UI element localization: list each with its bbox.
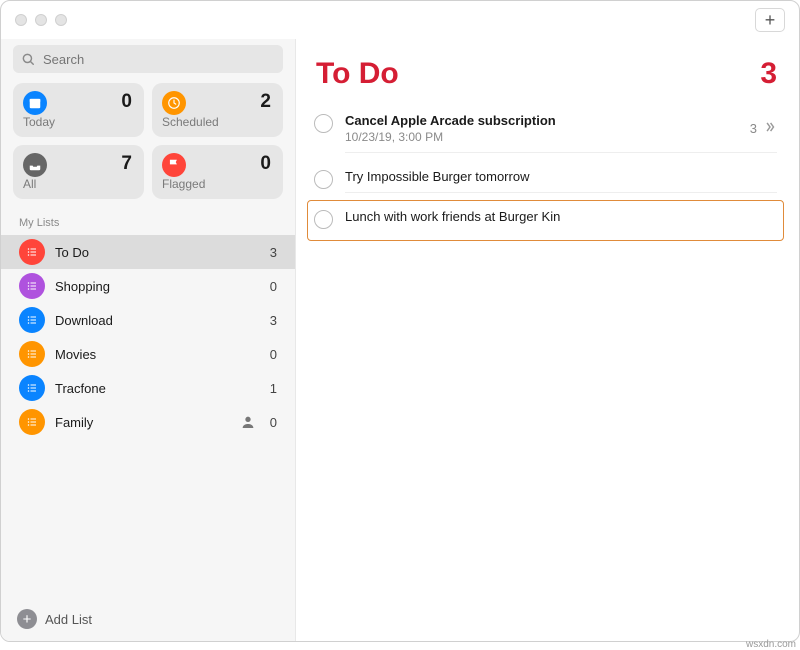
list-name: Family [55, 415, 230, 430]
main-panel: To Do 3 Cancel Apple Arcade subscription… [296, 39, 799, 641]
plus-circle-icon: + [17, 609, 37, 629]
add-reminder-button[interactable]: + [755, 8, 785, 32]
reminder-title: Cancel Apple Arcade subscription [345, 113, 750, 128]
smart-count: 0 [121, 91, 132, 113]
list-icon [19, 307, 45, 333]
shared-icon [240, 414, 256, 430]
list-count: 3 [270, 245, 277, 260]
tray-icon [23, 153, 47, 177]
list-icon [19, 273, 45, 299]
add-list-label: Add List [45, 612, 92, 627]
list-icon [19, 375, 45, 401]
chevron-right-icon[interactable] [763, 120, 777, 137]
list-icon [19, 341, 45, 367]
list-icon [19, 239, 45, 265]
list-name: Movies [55, 347, 260, 362]
list-name: To Do [55, 245, 260, 260]
add-list-button[interactable]: + Add List [1, 597, 295, 641]
app-window: + 0 Today 2 Scheduled 7 All 0 Flagged [0, 0, 800, 642]
smart-list-scheduled[interactable]: 2 Scheduled [152, 83, 283, 137]
reminder-row[interactable]: Lunch with work friends at Burger Kin [308, 201, 783, 240]
traffic-lights [15, 14, 67, 26]
sidebar-list-item[interactable]: Download 3 [1, 303, 295, 337]
minimize-window-button[interactable] [35, 14, 47, 26]
complete-toggle[interactable] [314, 210, 333, 229]
complete-toggle[interactable] [314, 114, 333, 133]
subtask-count: 3 [750, 121, 757, 136]
reminder-row[interactable]: Try Impossible Burger tomorrow [310, 161, 781, 201]
list-name: Download [55, 313, 260, 328]
smart-label: Flagged [162, 177, 271, 191]
list-count: 3 [270, 313, 277, 328]
smart-label: All [23, 177, 132, 191]
sidebar-list-item[interactable]: Tracfone 1 [1, 371, 295, 405]
flag-icon [162, 153, 186, 177]
close-window-button[interactable] [15, 14, 27, 26]
search-container [1, 45, 295, 83]
search-input[interactable] [13, 45, 283, 73]
smart-count: 7 [121, 153, 132, 175]
reminder-subtitle: 10/23/19, 3:00 PM [345, 130, 750, 144]
smart-label: Scheduled [162, 115, 271, 129]
smart-count: 0 [260, 153, 271, 175]
list-title: To Do [316, 57, 399, 91]
list-name: Shopping [55, 279, 260, 294]
calendar-icon [23, 91, 47, 115]
smart-count: 2 [260, 91, 271, 113]
my-lists-label: My Lists [1, 213, 295, 235]
list-count: 0 [270, 415, 277, 430]
list-icon [19, 409, 45, 435]
sidebar-list-item[interactable]: Movies 0 [1, 337, 295, 371]
list-count: 1 [270, 381, 277, 396]
sidebar: 0 Today 2 Scheduled 7 All 0 Flagged My L… [1, 39, 296, 641]
smart-list-flagged[interactable]: 0 Flagged [152, 145, 283, 199]
smart-list-all[interactable]: 7 All [13, 145, 144, 199]
list-count: 0 [270, 279, 277, 294]
window-body: 0 Today 2 Scheduled 7 All 0 Flagged My L… [1, 39, 799, 641]
sidebar-list-item[interactable]: Shopping 0 [1, 269, 295, 303]
my-lists: To Do 3 Shopping 0 Download 3 Movies 0 T… [1, 235, 295, 597]
list-name: Tracfone [55, 381, 260, 396]
reminder-title: Try Impossible Burger tomorrow [345, 169, 777, 184]
plus-icon: + [765, 10, 776, 31]
watermark: wsxdn.com [746, 639, 796, 650]
smart-lists-grid: 0 Today 2 Scheduled 7 All 0 Flagged [1, 83, 295, 213]
clock-icon [162, 91, 186, 115]
list-count: 3 [760, 57, 777, 91]
list-header: To Do 3 [310, 57, 781, 105]
complete-toggle[interactable] [314, 170, 333, 189]
zoom-window-button[interactable] [55, 14, 67, 26]
titlebar: + [1, 1, 799, 39]
smart-label: Today [23, 115, 132, 129]
sidebar-list-item[interactable]: To Do 3 [1, 235, 295, 269]
smart-list-today[interactable]: 0 Today [13, 83, 144, 137]
reminders-list: Cancel Apple Arcade subscription 10/23/1… [310, 105, 781, 240]
reminder-row[interactable]: Cancel Apple Arcade subscription 10/23/1… [310, 105, 781, 161]
reminder-title: Lunch with work friends at Burger Kin [345, 209, 777, 224]
list-count: 0 [270, 347, 277, 362]
sidebar-list-item[interactable]: Family 0 [1, 405, 295, 439]
